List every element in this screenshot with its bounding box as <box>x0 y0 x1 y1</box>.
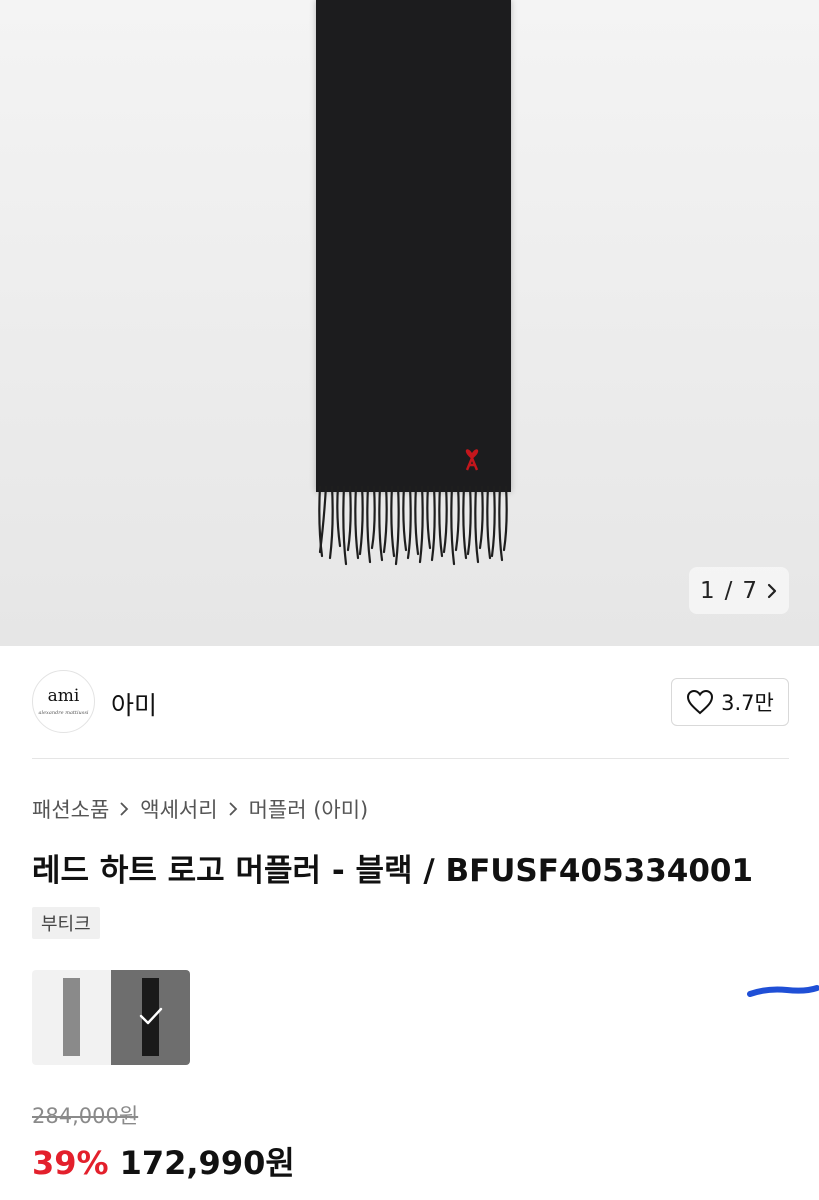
image-counter[interactable]: 1 / 7 <box>689 567 789 614</box>
brand-logo-subtext: alexandre mattiussi <box>38 709 89 716</box>
brand-name-link[interactable]: 아미 <box>111 686 157 722</box>
heart-outline-icon <box>687 689 714 715</box>
original-price: 284,000원 <box>32 1104 139 1128</box>
like-button[interactable]: 3.7만 <box>671 678 789 726</box>
blue-pen-annotation <box>747 985 819 997</box>
color-swatch-black[interactable] <box>111 970 190 1065</box>
like-count: 3.7만 <box>721 691 774 715</box>
price-row: 39% 172,990원 <box>32 1138 295 1184</box>
brand-logo-text: ami <box>47 685 80 706</box>
checkmark-icon <box>139 1007 163 1025</box>
discount-rate: 39% <box>32 1144 109 1182</box>
swatch-scarf-thumbnail <box>63 978 80 1056</box>
breadcrumb-item-accessories[interactable]: 액세서리 <box>140 794 217 824</box>
product-image-gallery[interactable]: 1 / 7 <box>0 0 819 646</box>
section-divider <box>32 758 789 759</box>
boutique-badge: 부티크 <box>32 907 100 939</box>
image-counter-current: 1 <box>699 577 715 604</box>
scarf-image <box>316 0 511 492</box>
image-counter-total: 7 <box>742 577 758 604</box>
sale-price: 172,990원 <box>119 1144 295 1182</box>
brand-row: ami alexandre mattiussi 아미 3.7만 <box>32 670 789 734</box>
chevron-right-icon <box>767 583 777 598</box>
image-counter-separator: / <box>724 577 733 604</box>
chevron-right-icon <box>120 802 129 816</box>
breadcrumb-item-fashion-goods[interactable]: 패션소품 <box>32 794 109 824</box>
color-swatch-grey[interactable] <box>32 970 111 1065</box>
brand-logo[interactable]: ami alexandre mattiussi <box>32 670 95 733</box>
scarf-fringe <box>318 486 508 566</box>
breadcrumb: 패션소품 액세서리 머플러 (아미) <box>32 794 368 824</box>
product-title: 레드 하트 로고 머플러 - 블랙 / BFUSF405334001 <box>32 853 754 889</box>
breadcrumb-item-muffler[interactable]: 머플러 (아미) <box>249 794 369 824</box>
chevron-right-icon <box>229 802 237 816</box>
red-heart-logo-icon <box>465 449 479 471</box>
